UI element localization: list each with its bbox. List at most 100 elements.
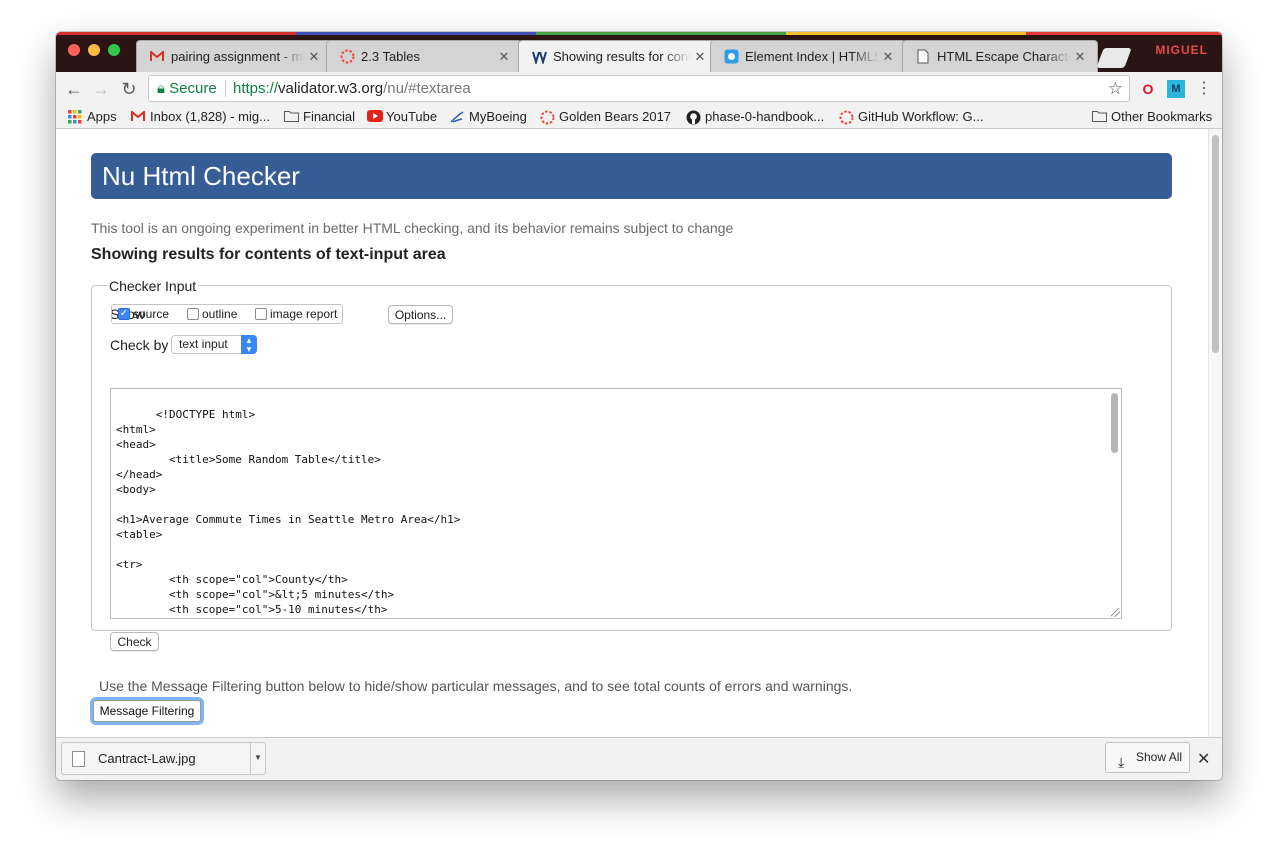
results-heading: Showing results for contents of text-inp… bbox=[91, 246, 446, 263]
outline-label[interactable]: outline bbox=[202, 307, 237, 321]
check-by-value: text input bbox=[179, 337, 228, 351]
bookmark-star-icon[interactable]: ☆ bbox=[1108, 76, 1123, 101]
tab-pairing-assignment[interactable]: pairing assignment - mig ✕ bbox=[136, 40, 332, 72]
page-scrollbar[interactable] bbox=[1208, 129, 1222, 737]
profile-name[interactable]: MIGUEL bbox=[1155, 43, 1208, 57]
bookmark-github-workflow[interactable]: GitHub Workflow: G... bbox=[839, 109, 983, 124]
url-path: /nu/#textarea bbox=[383, 80, 471, 97]
secure-indicator[interactable]: 🔒︎ Secure bbox=[157, 76, 217, 101]
bookmark-inbox[interactable]: Inbox (1,828) - mig... bbox=[131, 109, 270, 124]
source-textarea[interactable]: <!DOCTYPE html> <html> <head> <title>Som… bbox=[110, 388, 1122, 619]
back-button[interactable]: ← bbox=[63, 78, 85, 100]
bookmark-label: Inbox (1,828) - mig... bbox=[150, 109, 270, 124]
select-arrows-icon: ▴ ▾ bbox=[241, 335, 257, 354]
nu-validator-icon bbox=[531, 49, 547, 65]
menu-icon[interactable]: ⋮ bbox=[1195, 80, 1213, 98]
check-by-select[interactable]: text input ▴ ▾ bbox=[171, 335, 257, 354]
color-stripe bbox=[56, 32, 296, 35]
outline-checkbox[interactable] bbox=[187, 308, 199, 320]
address-bar[interactable]: 🔒︎ Secure https://validator.w3.org/nu/#t… bbox=[148, 75, 1130, 102]
bookmark-financial[interactable]: Financial bbox=[284, 109, 355, 124]
source-label[interactable]: source bbox=[133, 307, 169, 321]
show-options-group: ✓ source outline image report bbox=[111, 304, 343, 324]
bookmark-label: phase-0-handbook... bbox=[705, 109, 825, 124]
image-report-checkbox[interactable] bbox=[255, 308, 267, 320]
download-item[interactable]: Cantract-Law.jpg ▼ bbox=[61, 742, 266, 775]
tab-close-icon[interactable]: ✕ bbox=[691, 49, 709, 65]
bookmark-label: Apps bbox=[87, 109, 117, 124]
resize-grip-icon[interactable] bbox=[1111, 608, 1120, 617]
other-bookmarks-label: Other Bookmarks bbox=[1111, 109, 1213, 124]
options-button[interactable]: Options... bbox=[388, 305, 453, 324]
url-text: https://validator.w3.org/nu/#textarea bbox=[233, 76, 471, 101]
color-stripe bbox=[786, 32, 1026, 35]
bookmarks-bar: Apps Inbox (1,828) - mig... Financial Yo… bbox=[56, 106, 1222, 129]
gmail-icon bbox=[131, 109, 145, 124]
image-file-icon bbox=[72, 751, 85, 767]
bookmark-apps[interactable]: Apps bbox=[68, 109, 117, 124]
page-subtitle: This tool is an ongoing experiment in be… bbox=[91, 220, 734, 236]
tab-label: HTML Escape Character bbox=[937, 49, 1071, 64]
dbc-spinner-icon bbox=[339, 49, 355, 65]
bookmark-youtube[interactable]: YouTube bbox=[367, 109, 437, 124]
chevron-down-icon[interactable]: ▼ bbox=[250, 743, 265, 774]
folder-icon bbox=[284, 110, 299, 124]
reload-button[interactable]: ↻ bbox=[118, 78, 140, 100]
textarea-scrollbar[interactable] bbox=[1110, 391, 1119, 617]
bookmark-golden-bears[interactable]: Golden Bears 2017 bbox=[540, 109, 671, 124]
lock-icon: 🔒︎ bbox=[157, 80, 165, 97]
html5-index-icon bbox=[723, 49, 739, 65]
m-extension-icon[interactable]: M bbox=[1167, 80, 1185, 98]
tab-showing-results[interactable]: Showing results for cont ✕ bbox=[518, 40, 718, 72]
textarea-scroll-thumb[interactable] bbox=[1111, 393, 1118, 453]
image-report-label[interactable]: image report bbox=[270, 307, 337, 321]
check-by-label: Check by bbox=[110, 337, 169, 353]
check-button[interactable]: Check bbox=[110, 632, 159, 651]
browser-toolbar: ← → ↻ 🔒︎ Secure https://validator.w3.org… bbox=[56, 72, 1222, 106]
bookmark-myboeing[interactable]: MyBoeing bbox=[450, 109, 527, 124]
close-window-button[interactable] bbox=[68, 44, 80, 56]
download-file-name: Cantract-Law.jpg bbox=[98, 751, 196, 766]
tab-element-index[interactable]: Element Index | HTML5 ✕ bbox=[710, 40, 906, 72]
url-host: validator.w3.org bbox=[278, 80, 384, 97]
bookmark-label: Golden Bears 2017 bbox=[559, 109, 672, 124]
bookmark-label: GitHub Workflow: G... bbox=[858, 109, 984, 124]
tab-html-escape[interactable]: HTML Escape Character ✕ bbox=[902, 40, 1098, 72]
bookmark-label: YouTube bbox=[386, 109, 438, 124]
dbc-spinner-icon bbox=[839, 110, 854, 124]
new-tab-button[interactable] bbox=[1096, 48, 1132, 68]
show-all-downloads-button[interactable]: ⤓ Show All bbox=[1105, 742, 1190, 773]
dbc-spinner-icon bbox=[540, 110, 555, 124]
tab-tables[interactable]: 2.3 Tables ✕ bbox=[326, 40, 522, 72]
tab-close-icon[interactable]: ✕ bbox=[305, 49, 323, 65]
other-bookmarks[interactable]: Other Bookmarks bbox=[1092, 109, 1212, 124]
close-shelf-icon[interactable]: ✕ bbox=[1197, 749, 1210, 769]
tab-label: Showing results for cont bbox=[553, 49, 691, 64]
minimize-window-button[interactable] bbox=[88, 44, 100, 56]
opera-extension-icon[interactable]: O bbox=[1139, 80, 1157, 98]
tab-close-icon[interactable]: ✕ bbox=[879, 49, 897, 65]
message-filtering-button[interactable]: Message Filtering bbox=[93, 700, 201, 722]
forward-button[interactable]: → bbox=[90, 78, 112, 100]
source-text: <!DOCTYPE html> <html> <head> <title>Som… bbox=[116, 408, 461, 616]
checker-input-legend: Checker Input bbox=[107, 278, 199, 294]
page-scroll-thumb[interactable] bbox=[1212, 135, 1219, 353]
bookmark-label: Financial bbox=[303, 109, 356, 124]
tab-close-icon[interactable]: ✕ bbox=[495, 49, 513, 65]
bookmark-phase-0-handbook[interactable]: phase-0-handbook... bbox=[686, 109, 824, 124]
github-icon bbox=[686, 110, 701, 124]
download-shelf: Cantract-Law.jpg ▼ ⤓ Show All ✕ bbox=[56, 737, 1222, 780]
page-title: Nu Html Checker bbox=[91, 153, 1172, 199]
tab-label: 2.3 Tables bbox=[361, 49, 421, 64]
tab-label: Element Index | HTML5 bbox=[745, 49, 879, 64]
color-stripe bbox=[536, 32, 786, 35]
source-checkbox[interactable]: ✓ bbox=[118, 308, 130, 320]
color-stripe bbox=[296, 32, 536, 35]
folder-icon bbox=[1092, 110, 1107, 124]
document-icon bbox=[915, 49, 931, 65]
message-filtering-note: Use the Message Filtering button below t… bbox=[99, 678, 853, 694]
zoom-window-button[interactable] bbox=[108, 44, 120, 56]
show-all-label: Show All bbox=[1136, 750, 1183, 764]
apps-grid-icon bbox=[68, 109, 82, 124]
tab-close-icon[interactable]: ✕ bbox=[1071, 49, 1089, 65]
